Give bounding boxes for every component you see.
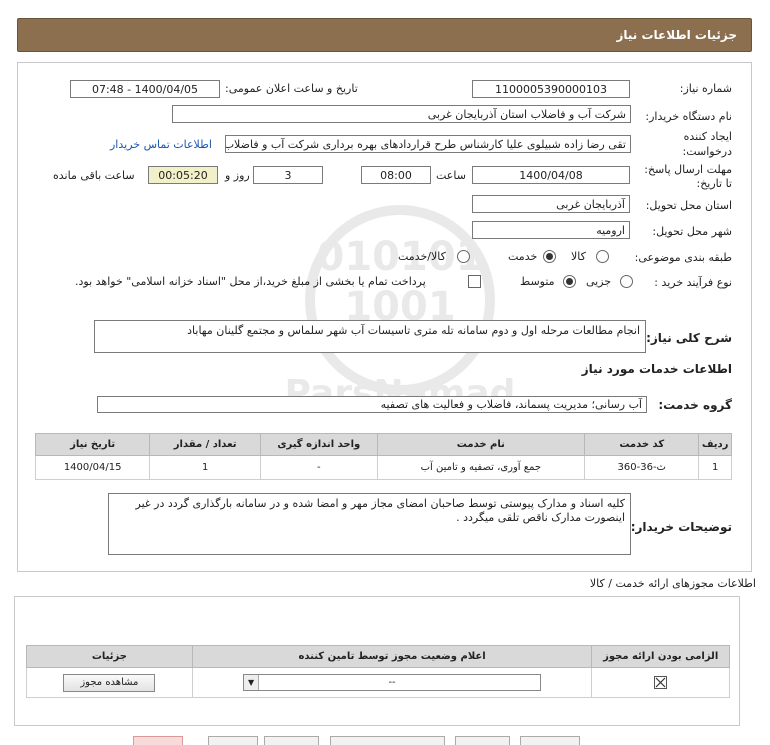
licenses-section-title: اطلاعات مجوزهای ارائه خدمت / کالا xyxy=(589,577,756,590)
deadline-label: مهلت ارسال پاسخ: xyxy=(644,163,732,176)
col-unit: واحد اندازه گیری xyxy=(260,433,378,456)
creator-label: ایجاد کننده xyxy=(683,130,732,143)
buyer-org-field: شرکت آب و فاضلاب استان آذربایجان غربی xyxy=(172,105,631,123)
cell-date: 1400/04/15 xyxy=(34,455,151,480)
city-field: ارومیه xyxy=(472,221,630,239)
cross-icon xyxy=(655,677,666,688)
description-label: شرح کلی نیاز: xyxy=(646,331,732,345)
creator-field: تقی رضا زاده شبیلوی علیا کارشناس طرح قرا… xyxy=(225,135,631,153)
cell-row: 1 xyxy=(698,455,732,480)
license-required-cell xyxy=(591,667,730,698)
cell-unit: - xyxy=(260,455,378,480)
buyer-org-label: نام دستگاه خریدار: xyxy=(645,110,732,123)
license-required-checkbox xyxy=(654,676,668,689)
deadline-date-field: 1400/04/08 xyxy=(472,166,630,184)
category-radio-goods[interactable] xyxy=(596,250,609,263)
license-status-value: -- xyxy=(388,677,396,688)
bottom-button-2[interactable] xyxy=(208,736,258,745)
process-option-small: جزیی xyxy=(586,275,612,288)
services-table-header: ردیف کد خدمت نام خدمت واحد اندازه گیری ت… xyxy=(34,433,732,456)
col-license-details: جزئیات xyxy=(26,645,193,668)
deadline-time-field: 08:00 xyxy=(361,166,431,184)
page-title: جزئیات اطلاعات نیاز xyxy=(616,28,737,42)
remaining-time-field: 00:05:20 xyxy=(148,166,218,184)
category-radio-service[interactable] xyxy=(543,250,556,263)
creator-label-2: درخواست: xyxy=(682,145,732,158)
col-code: کد خدمت xyxy=(584,433,700,456)
chevron-down-icon: ▼ xyxy=(244,675,260,690)
col-date: تاریخ نیاز xyxy=(34,433,151,456)
time-label: ساعت xyxy=(436,169,466,182)
license-status-select[interactable]: -- ▼ xyxy=(243,674,542,691)
cell-code: ث-36-360 xyxy=(584,455,700,480)
remaining-time-label: ساعت باقی مانده xyxy=(53,169,135,182)
bottom-button-4[interactable] xyxy=(330,736,445,745)
view-license-label: مشاهده مجوز xyxy=(80,676,139,688)
deadline-label-2: تا تاریخ: xyxy=(696,177,732,190)
services-section-title: اطلاعات خدمات مورد نیاز xyxy=(581,362,732,376)
announce-date-label: تاریخ و ساعت اعلان عمومی: xyxy=(225,82,358,95)
bottom-button-5[interactable] xyxy=(455,736,510,745)
license-status-cell: -- ▼ xyxy=(191,667,593,698)
process-radio-small[interactable] xyxy=(620,275,633,288)
services-table: ردیف کد خدمت نام خدمت واحد اندازه گیری ت… xyxy=(34,433,732,480)
province-label: استان محل تحویل: xyxy=(645,199,732,212)
category-option-service: خدمت xyxy=(508,250,538,263)
bottom-button-3[interactable] xyxy=(264,736,319,745)
licenses-table: الزامی بودن ارائه مجوز اعلام وضعیت مجوز … xyxy=(26,645,730,698)
process-option-medium: متوسط xyxy=(520,275,555,288)
days-remaining-field: 3 xyxy=(253,166,323,184)
announce-date-field: 1400/04/05 - 07:48 xyxy=(70,80,220,98)
process-type-label: نوع فرآیند خرید : xyxy=(654,276,732,289)
process-radio-medium[interactable] xyxy=(563,275,576,288)
description-box: انجام مطالعات مرحله اول و دوم سامانه تله… xyxy=(94,320,646,353)
city-label: شهر محل تحویل: xyxy=(652,225,732,238)
category-radio-goods-service[interactable] xyxy=(457,250,470,263)
licenses-table-header: الزامی بودن ارائه مجوز اعلام وضعیت مجوز … xyxy=(26,645,730,668)
col-row: ردیف xyxy=(698,433,732,456)
treasury-payment-note: پرداخت تمام یا بخشی از مبلغ خرید،از محل … xyxy=(75,275,426,288)
bottom-button-1[interactable] xyxy=(133,736,183,745)
col-license-status: اعلام وضعیت مجوز توسط تامین کننده xyxy=(191,645,593,668)
bottom-button-6[interactable] xyxy=(520,736,580,745)
days-label: روز و xyxy=(225,169,250,182)
table-row: -- ▼ مشاهده مجوز xyxy=(26,667,730,698)
category-option-goods-service: کالا/خدمت xyxy=(398,250,446,263)
category-option-goods: کالا xyxy=(571,250,586,263)
treasury-payment-checkbox[interactable] xyxy=(468,275,481,288)
need-number-field: 1100005390000103 xyxy=(472,80,630,98)
col-qty: تعداد / مقدار xyxy=(149,433,262,456)
province-field: آذربایجان غربی xyxy=(472,195,630,213)
service-group-field: آب رسانی؛ مدیریت پسماند، فاضلاب و فعالیت… xyxy=(97,396,647,413)
cell-name: جمع آوری، تصفیه و تامین آب xyxy=(376,455,586,480)
license-details-cell: مشاهده مجوز xyxy=(26,667,193,698)
need-number-label: شماره نیاز: xyxy=(679,82,732,95)
service-group-label: گروه خدمت: xyxy=(658,398,732,412)
buyer-notes-label: توضیحات خریدار: xyxy=(630,520,732,534)
view-license-button[interactable]: مشاهده مجوز xyxy=(63,673,156,692)
category-label: طبقه بندی موضوعی: xyxy=(634,251,732,264)
page-header: جزئیات اطلاعات نیاز xyxy=(17,18,752,52)
cell-qty: 1 xyxy=(149,455,262,480)
contact-info-link[interactable]: اطلاعات تماس خریدار xyxy=(110,138,212,151)
col-license-required: الزامی بودن ارائه مجوز xyxy=(591,645,730,668)
table-row: 1 ث-36-360 جمع آوری، تصفیه و تامین آب - … xyxy=(34,455,732,480)
buyer-notes-box: کلیه اسناد و مدارک پیوستی توسط صاحبان ام… xyxy=(108,493,631,555)
col-name: نام خدمت xyxy=(376,433,586,456)
